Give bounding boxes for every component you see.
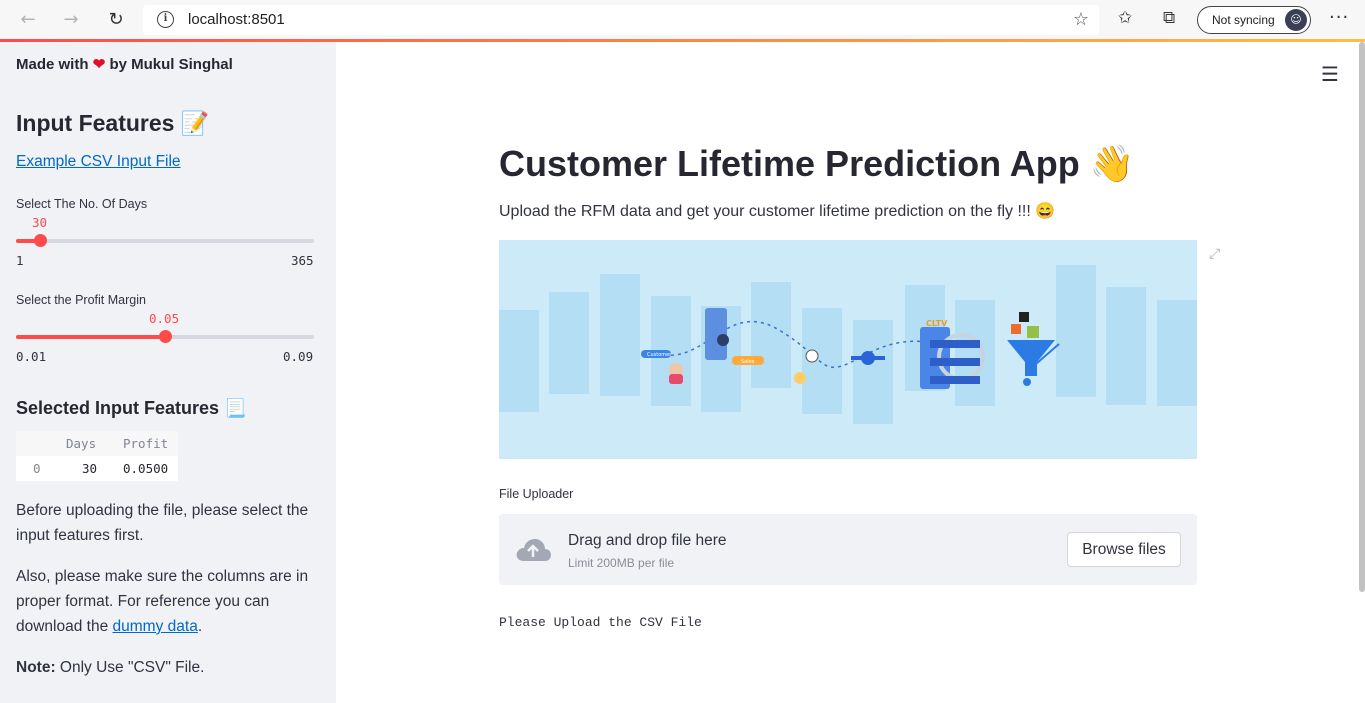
back-icon[interactable]: ← bbox=[16, 8, 40, 32]
cltv-illustration: Customer Sales CLTV bbox=[499, 265, 1197, 424]
hamburger-menu-icon[interactable]: ☰ bbox=[1321, 62, 1339, 86]
made-with-prefix: Made with bbox=[16, 56, 89, 73]
days-slider-max: 365 bbox=[291, 253, 314, 268]
page-title-text: Customer Lifetime Prediction App bbox=[499, 143, 1080, 184]
note-body: Only Use "CSV" File. bbox=[55, 659, 205, 676]
heart-icon: ❤ bbox=[92, 56, 106, 73]
avatar: ☺ bbox=[1285, 9, 1307, 31]
days-slider-thumb[interactable] bbox=[34, 234, 47, 247]
cell-days: 30 bbox=[82, 461, 98, 476]
selected-features-heading: Selected Input Features 📃 bbox=[16, 398, 247, 419]
file-uploader-label: File Uploader bbox=[499, 487, 574, 501]
page-subtitle: Upload the RFM data and get your custome… bbox=[499, 203, 1056, 220]
days-slider-min: 1 bbox=[16, 253, 24, 268]
cloud-upload-icon bbox=[516, 539, 551, 561]
collections-icon[interactable]: ⧉ bbox=[1163, 8, 1175, 28]
format-note-text: Also, please make sure the columns are i… bbox=[16, 564, 316, 639]
profile-sync-button[interactable]: Not syncing ☺ bbox=[1197, 6, 1311, 34]
sidebar: Made with ❤ by Mukul Singhal Input Featu… bbox=[0, 42, 336, 703]
waving-hand-icon: 👋 bbox=[1089, 143, 1135, 184]
browse-files-button[interactable]: Browse files bbox=[1067, 532, 1181, 567]
profit-slider-label: Select the Profit Margin bbox=[16, 293, 146, 307]
url-text[interactable]: localhost:8501 bbox=[188, 11, 285, 28]
row-index: 0 bbox=[33, 461, 41, 476]
input-features-title: Input Features bbox=[16, 110, 175, 136]
hero-customer-label: Customer bbox=[647, 352, 672, 358]
site-info-icon[interactable]: i bbox=[157, 11, 174, 28]
profit-slider-max: 0.09 bbox=[283, 349, 314, 364]
page-scrollbar[interactable] bbox=[1359, 42, 1365, 592]
days-slider-label: Select The No. Of Days bbox=[16, 197, 148, 211]
format-note-suffix: . bbox=[197, 618, 203, 635]
browser-toolbar: ← → ↻ i localhost:8501 ☆ ✩ ⧉ Not syncing… bbox=[0, 0, 1365, 40]
favorite-star-icon[interactable]: ☆ bbox=[1073, 9, 1089, 30]
note-text: Note: Only Use "CSV" File. bbox=[16, 655, 316, 680]
file-dropzone[interactable]: Drag and drop file here Limit 200MB per … bbox=[499, 514, 1197, 585]
hero-cltv-label: CLTV bbox=[926, 319, 948, 328]
address-bar[interactable]: i localhost:8501 ☆ bbox=[143, 5, 1099, 35]
sync-label: Not syncing bbox=[1212, 13, 1275, 27]
forward-icon[interactable]: → bbox=[59, 8, 83, 32]
page-icon: 📃 bbox=[224, 398, 247, 418]
hero-illustration: Customer Sales CLTV bbox=[499, 240, 1197, 459]
profit-slider[interactable] bbox=[16, 330, 314, 343]
profit-slider-fill bbox=[16, 335, 165, 339]
input-features-heading: Input Features 📝 bbox=[16, 110, 210, 137]
made-with-credit: Made with ❤ by Mukul Singhal bbox=[16, 55, 233, 73]
profit-slider-thumb[interactable] bbox=[159, 330, 172, 343]
hero-sales-label: Sales bbox=[741, 359, 755, 365]
memo-icon: 📝 bbox=[180, 110, 210, 136]
instruction-text: Before uploading the file, please select… bbox=[16, 502, 309, 544]
drag-drop-text: Drag and drop file here bbox=[568, 532, 727, 549]
favorites-icon[interactable]: ✩ bbox=[1118, 8, 1132, 28]
days-slider-value: 30 bbox=[32, 215, 48, 230]
profit-slider-min: 0.01 bbox=[16, 349, 47, 364]
made-with-suffix: by Mukul Singhal bbox=[109, 56, 233, 73]
selected-features-title: Selected Input Features bbox=[16, 398, 220, 418]
reload-icon[interactable]: ↻ bbox=[104, 8, 128, 32]
more-options-icon[interactable]: ··· bbox=[1329, 7, 1349, 28]
expand-image-icon[interactable]: ⤢ bbox=[1209, 246, 1220, 262]
column-header-profit: Profit bbox=[123, 436, 169, 451]
cell-profit: 0.0500 bbox=[123, 461, 169, 476]
note-label: Note: bbox=[16, 659, 56, 676]
example-csv-link[interactable]: Example CSV Input File bbox=[16, 153, 181, 171]
dummy-data-link[interactable]: dummy data bbox=[113, 618, 198, 635]
days-slider[interactable] bbox=[16, 234, 314, 247]
profit-slider-value: 0.05 bbox=[149, 311, 180, 326]
file-limit-text: Limit 200MB per file bbox=[568, 556, 675, 570]
selected-features-table: Days Profit 0 30 0.0500 bbox=[16, 431, 178, 481]
page-title: Customer Lifetime Prediction App 👋 bbox=[499, 143, 1135, 185]
upload-status-text: Please Upload the CSV File bbox=[499, 615, 702, 630]
column-header-days: Days bbox=[66, 436, 97, 451]
